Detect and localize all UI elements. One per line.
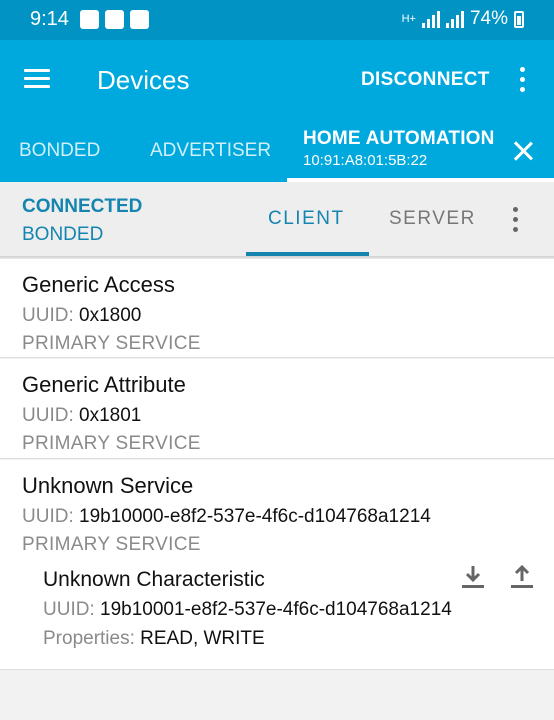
service-type: PRIMARY SERVICE bbox=[22, 333, 201, 354]
device-address: 10:91:A8:01:5B:22 bbox=[303, 152, 428, 169]
battery-icon bbox=[514, 10, 524, 28]
characteristic-properties: READ, WRITE bbox=[140, 628, 265, 649]
characteristic-item[interactable]: Unknown Characteristic UUID: 19b10001-e8… bbox=[0, 558, 554, 668]
wifi-icon bbox=[130, 10, 149, 29]
service-uuid: 0x1800 bbox=[79, 305, 142, 326]
service-name: Generic Attribute bbox=[22, 372, 186, 397]
bond-state: BONDED bbox=[22, 224, 104, 245]
uuid-label: UUID: bbox=[22, 506, 74, 527]
service-type: PRIMARY SERVICE bbox=[22, 433, 201, 454]
signal-icon bbox=[421, 10, 440, 28]
network-type: H+ bbox=[401, 13, 416, 25]
uuid-label: UUID: bbox=[22, 405, 74, 426]
connection-state: CONNECTED bbox=[22, 196, 143, 217]
status-time: 9:14 bbox=[30, 8, 69, 30]
download-icon[interactable] bbox=[459, 565, 487, 591]
service-item[interactable]: Generic Access UUID: 0x1800 PRIMARY SERV… bbox=[0, 259, 554, 358]
connection-bar: CONNECTED BONDED CLIENT SERVER bbox=[0, 182, 554, 256]
close-icon[interactable] bbox=[512, 140, 534, 162]
page-title: Devices bbox=[97, 65, 190, 95]
service-uuid: 19b10000-e8f2-537e-4f6c-d104768a1214 bbox=[79, 506, 431, 527]
upload-icon[interactable] bbox=[508, 564, 536, 591]
service-uuid: 0x1801 bbox=[79, 405, 142, 426]
characteristic-name: Unknown Characteristic bbox=[43, 568, 265, 591]
app-v-icon bbox=[105, 10, 124, 29]
properties-label: Properties: bbox=[43, 628, 135, 649]
service-item[interactable]: Unknown Service UUID: 19b10000-e8f2-537e… bbox=[0, 460, 554, 670]
device-name: HOME AUTOMATION bbox=[303, 128, 495, 149]
service-type: PRIMARY SERVICE bbox=[22, 534, 201, 555]
battery-percent: 74% bbox=[469, 8, 508, 29]
more-options-icon[interactable] bbox=[512, 207, 520, 233]
device-tabs: BONDED ADVERTISER HOME AUTOMATION 10:91:… bbox=[0, 120, 554, 182]
tab-bonded[interactable]: BONDED bbox=[19, 140, 100, 162]
menu-icon[interactable] bbox=[24, 68, 52, 90]
service-item[interactable]: Generic Attribute UUID: 0x1801 PRIMARY S… bbox=[0, 359, 554, 459]
tab-client[interactable]: CLIENT bbox=[268, 208, 345, 230]
uuid-label: UUID: bbox=[43, 599, 95, 620]
signal-icon bbox=[445, 10, 464, 28]
disconnect-button[interactable]: DISCONNECT bbox=[361, 69, 490, 91]
tab-server[interactable]: SERVER bbox=[389, 208, 476, 230]
uuid-label: UUID: bbox=[22, 305, 74, 326]
status-bar: 9:14 H+ 74% bbox=[0, 0, 554, 40]
gallery-icon bbox=[80, 10, 99, 29]
service-name: Unknown Service bbox=[22, 473, 194, 498]
more-options-icon[interactable] bbox=[519, 67, 527, 93]
app-bar: Devices DISCONNECT bbox=[0, 40, 554, 120]
service-name: Generic Access bbox=[22, 272, 175, 297]
characteristic-uuid: 19b10001-e8f2-537e-4f6c-d104768a1214 bbox=[100, 599, 452, 620]
tab-advertiser[interactable]: ADVERTISER bbox=[150, 140, 271, 162]
